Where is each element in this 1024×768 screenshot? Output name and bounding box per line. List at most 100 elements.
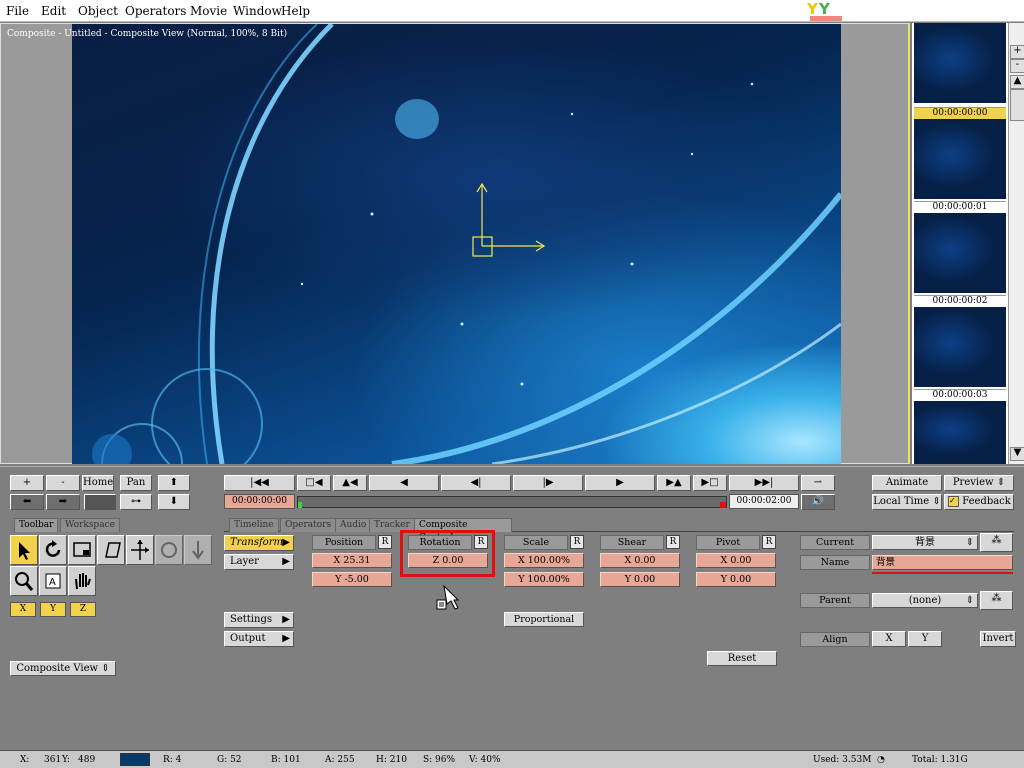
zoom-minus-button[interactable]: -: [46, 475, 80, 491]
shear-tool-icon[interactable]: [97, 535, 125, 565]
shear-y-field[interactable]: Y 0.00: [600, 572, 680, 587]
orbit-tool-icon[interactable]: [155, 535, 183, 565]
arrow-right-icon: ▶: [282, 537, 290, 548]
scroll-up-icon[interactable]: ▲: [1010, 75, 1024, 89]
proportional-button[interactable]: Proportional: [504, 612, 584, 627]
back-arrow-icon[interactable]: ⬅: [10, 494, 44, 510]
output-button[interactable]: Output ▶: [224, 631, 294, 647]
rotate-tool-icon[interactable]: [39, 535, 67, 565]
pivot-y-field[interactable]: Y 0.00: [696, 572, 776, 587]
pivot-reset-button[interactable]: R: [762, 535, 776, 549]
reset-button[interactable]: Reset: [707, 651, 777, 666]
menu-window[interactable]: Window: [233, 4, 282, 18]
hand-tool-icon[interactable]: [68, 566, 96, 596]
align-y-button[interactable]: Y: [908, 631, 942, 647]
viewer-title: Composite - Untitled - Composite View (N…: [7, 29, 288, 39]
next-keyframe-icon[interactable]: ▶▲: [657, 475, 691, 491]
go-to-start-icon[interactable]: |◀◀: [224, 475, 295, 491]
menu-edit[interactable]: Edit: [41, 4, 66, 18]
end-time-display[interactable]: 00:00:02:00: [729, 494, 799, 509]
step-back-icon[interactable]: ◀|: [441, 475, 511, 491]
set-in-icon[interactable]: □◀: [297, 475, 331, 491]
move-axis-tool-icon[interactable]: [126, 535, 154, 565]
current-select[interactable]: 背景 ⇕: [872, 535, 978, 550]
view-select[interactable]: Composite View ⇕: [10, 661, 116, 676]
picker-icon[interactable]: ⁂: [980, 533, 1013, 552]
thumbnail-scrollbar[interactable]: + - ▲ ▼: [1008, 23, 1024, 464]
shear-x-field[interactable]: X 0.00: [600, 553, 680, 568]
scroll-down-icon[interactable]: ▼: [1010, 447, 1024, 461]
down-arrow-icon[interactable]: ⬇: [158, 494, 190, 510]
text-tool-icon[interactable]: A: [39, 566, 67, 596]
step-forward-icon[interactable]: |▶: [513, 475, 583, 491]
menu-file[interactable]: File: [6, 4, 29, 18]
position-y-field[interactable]: Y -5.00: [312, 572, 392, 587]
scale-y-field[interactable]: Y 100.00%: [504, 572, 584, 587]
thumbnail-frame[interactable]: [914, 119, 1006, 199]
zoom-tool-icon[interactable]: [10, 566, 38, 596]
axis-y-toggle[interactable]: Y: [40, 602, 66, 617]
name-input[interactable]: 背景: [872, 555, 1013, 570]
loop-icon[interactable]: ⇀: [801, 475, 835, 491]
color-swatch[interactable]: [84, 494, 116, 510]
align-x-button[interactable]: X: [872, 631, 906, 647]
play-forward-icon[interactable]: ▶: [585, 475, 655, 491]
thumbnail-strip[interactable]: 00:00:00:00 00:00:00:01 00:00:00:02 00:0…: [912, 23, 1008, 464]
home-button[interactable]: Home: [82, 475, 114, 491]
scale-header: Scale: [504, 535, 568, 550]
layer-button[interactable]: Layer ▶: [224, 554, 294, 570]
menu-help[interactable]: Help: [281, 4, 310, 18]
tab-timeline[interactable]: Timeline: [229, 518, 279, 532]
composite-canvas[interactable]: [72, 24, 841, 464]
animate-button[interactable]: Animate: [872, 475, 942, 491]
thumbnail-frame[interactable]: [914, 307, 1006, 387]
local-time-select[interactable]: Local Time ⇕: [872, 494, 942, 510]
zoom-out-button[interactable]: -: [1010, 59, 1024, 73]
tab-operators[interactable]: Operators: [280, 518, 337, 532]
scroll-thumb[interactable]: [1010, 89, 1024, 121]
link-icon[interactable]: ⊶: [120, 494, 152, 510]
go-to-end-icon[interactable]: ▶▶|: [729, 475, 799, 491]
select-tool-icon[interactable]: [10, 535, 38, 565]
scale-x-field[interactable]: X 100.00%: [504, 553, 584, 568]
prev-keyframe-icon[interactable]: ▲◀: [333, 475, 367, 491]
axis-x-toggle[interactable]: X: [10, 602, 36, 617]
menu-movie[interactable]: Movie: [190, 4, 227, 18]
tab-toolbar[interactable]: Toolbar: [14, 518, 59, 532]
position-x-field[interactable]: X 25.31: [312, 553, 392, 568]
zoom-in-button[interactable]: +: [1010, 45, 1024, 59]
zoom-plus-button[interactable]: +: [10, 475, 44, 491]
thumbnail-frame[interactable]: [914, 23, 1006, 103]
forward-arrow-icon[interactable]: ➡: [46, 494, 80, 510]
settings-button[interactable]: Settings ▶: [224, 612, 294, 628]
shear-reset-button[interactable]: R: [666, 535, 680, 549]
parent-select[interactable]: (none) ⇕: [872, 593, 978, 608]
pivot-down-tool-icon[interactable]: [184, 535, 212, 565]
set-out-icon[interactable]: ▶□: [693, 475, 727, 491]
play-backward-icon[interactable]: ◀: [369, 475, 439, 491]
invert-button[interactable]: Invert: [980, 631, 1016, 647]
timeline-scrubber[interactable]: [297, 496, 727, 508]
tab-audio[interactable]: Audio: [335, 518, 372, 532]
axis-z-toggle[interactable]: Z: [70, 602, 96, 617]
current-time-display[interactable]: 00:00:00:00: [224, 494, 295, 509]
menu-operators[interactable]: Operators: [125, 4, 186, 18]
scale-reset-button[interactable]: R: [570, 535, 584, 549]
thumbnail-frame[interactable]: [914, 213, 1006, 293]
audio-speaker-icon[interactable]: 🔊: [801, 494, 835, 510]
thumbnail-frame[interactable]: [914, 401, 1006, 464]
scale-tool-icon[interactable]: [68, 535, 96, 565]
pivot-x-field[interactable]: X 0.00: [696, 553, 776, 568]
menu-object[interactable]: Object: [78, 4, 118, 18]
feedback-checkbox[interactable]: ✓ Feedback: [944, 494, 1014, 510]
transform-button[interactable]: Transform ▶: [224, 535, 294, 551]
status-s: S: 96%: [423, 755, 456, 765]
position-reset-button[interactable]: R: [378, 535, 392, 549]
composite-viewer[interactable]: Composite - Untitled - Composite View (N…: [0, 23, 910, 464]
arrow-right-icon: ▶: [282, 556, 290, 567]
pan-button[interactable]: Pan: [120, 475, 152, 491]
parent-picker-icon[interactable]: ⁂: [980, 591, 1013, 610]
tab-workspace[interactable]: Workspace: [60, 518, 120, 532]
up-arrow-icon[interactable]: ⬆: [158, 475, 190, 491]
preview-button[interactable]: Preview ⇕: [944, 475, 1014, 491]
